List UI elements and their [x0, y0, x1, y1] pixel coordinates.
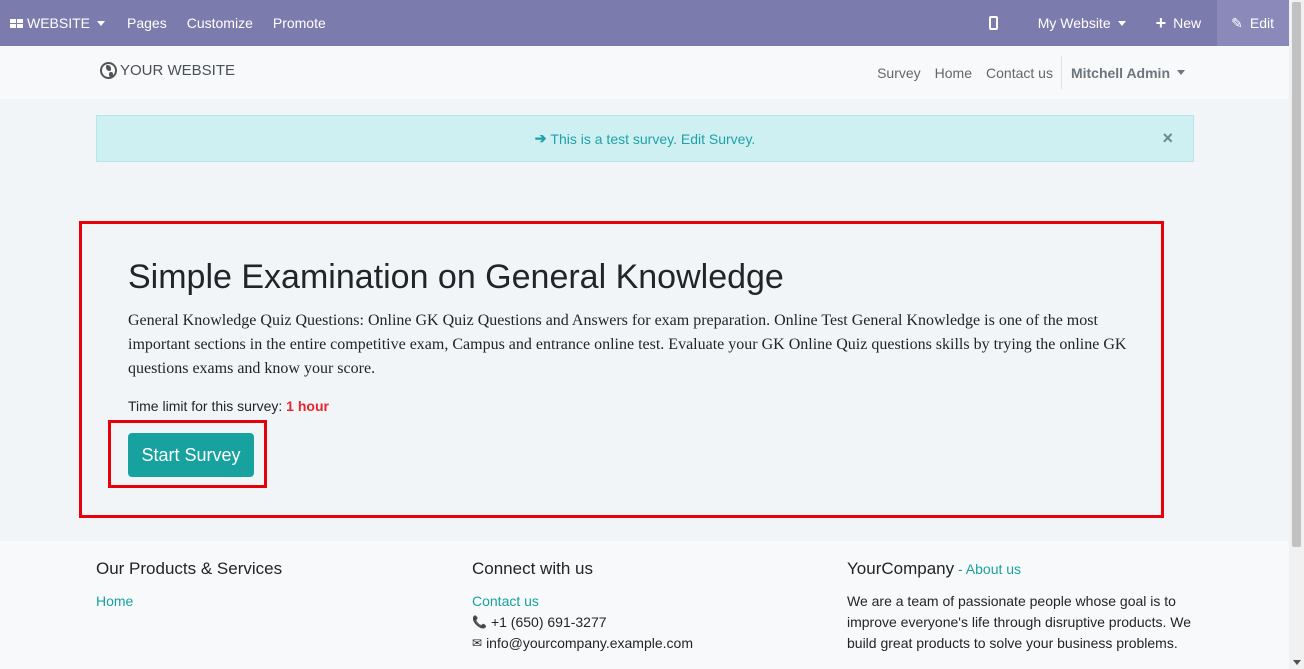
- user-name: Mitchell Admin: [1070, 64, 1170, 81]
- footer-products-column: Our Products & Services Home: [96, 559, 282, 612]
- nav-home[interactable]: Home: [928, 65, 979, 81]
- globe-icon: [100, 62, 117, 79]
- chevron-down-icon: [97, 20, 106, 26]
- company-sep: -: [954, 561, 966, 577]
- about-us-link[interactable]: About us: [966, 561, 1021, 577]
- admin-bar: WEBSITE Pages Customize Promote My Websi…: [0, 0, 1289, 46]
- time-limit-label: Time limit for this survey:: [128, 398, 283, 414]
- footer-phone-text: +1 (650) 691-3277: [490, 614, 607, 630]
- mobile-phone-icon: [988, 16, 998, 30]
- footer-contact-link[interactable]: Contact us: [472, 591, 693, 612]
- user-menu[interactable]: Mitchell Admin: [1060, 56, 1185, 89]
- site-logo[interactable]: YOUR WEBSITE: [100, 62, 235, 79]
- footer-phone: 📞 +1 (650) 691-3277: [472, 612, 693, 633]
- website-menu-button[interactable]: WEBSITE: [0, 0, 117, 46]
- website-switcher-label: My Website: [1037, 15, 1111, 31]
- survey-description: General Knowledge Quiz Questions: Online…: [128, 312, 1127, 377]
- edit-label: Edit: [1249, 15, 1274, 31]
- footer-company-column: YourCompany - About us We are a team of …: [847, 559, 1192, 654]
- promote-menu[interactable]: Promote: [263, 0, 336, 46]
- apps-grid-icon: [10, 18, 23, 28]
- time-limit: Time limit for this survey: 1 hour: [128, 398, 329, 414]
- mobile-preview-button[interactable]: [979, 0, 1028, 46]
- footer-company-title: YourCompany - About us: [847, 559, 1192, 579]
- footer-products-title: Our Products & Services: [96, 559, 283, 578]
- new-label: New: [1173, 15, 1202, 31]
- nav-survey[interactable]: Survey: [870, 65, 928, 81]
- footer-email-text[interactable]: info@yourcompany.example.com: [486, 633, 693, 654]
- survey-title: Simple Examination on General Knowledge: [128, 258, 784, 296]
- edit-survey-link[interactable]: This is a test survey. Edit Survey.: [550, 131, 755, 147]
- footer-home-link[interactable]: Home: [96, 591, 282, 612]
- nav-contact-us[interactable]: Contact us: [979, 65, 1060, 81]
- time-limit-value: 1 hour: [286, 398, 329, 414]
- logo-text: YOUR WEBSITE: [120, 62, 236, 79]
- plus-icon: +: [1155, 13, 1167, 33]
- envelope-icon: ✉: [472, 636, 483, 650]
- site-header: YOUR WEBSITE Survey Home Contact us Mitc…: [0, 46, 1289, 99]
- website-switcher[interactable]: My Website: [1028, 0, 1146, 46]
- page-scrollbar[interactable]: [1289, 0, 1304, 669]
- close-icon[interactable]: ×: [1162, 129, 1173, 147]
- company-name: YourCompany: [847, 559, 955, 578]
- footer: Our Products & Services Home Connect wit…: [0, 541, 1289, 669]
- scroll-down-arrow-icon[interactable]: [1293, 660, 1301, 665]
- chevron-down-icon: [1117, 20, 1126, 26]
- scrollbar-thumb[interactable]: [1292, 2, 1301, 547]
- test-survey-alert: ➔ This is a test survey. Edit Survey. ×: [96, 115, 1194, 162]
- website-menu-label: WEBSITE: [27, 15, 91, 31]
- customize-menu[interactable]: Customize: [177, 0, 263, 46]
- chevron-down-icon: [1177, 70, 1185, 75]
- footer-connect-title: Connect with us: [472, 559, 593, 578]
- new-button[interactable]: + New: [1146, 0, 1218, 46]
- phone-icon: 📞: [472, 615, 487, 629]
- footer-email: ✉ info@yourcompany.example.com: [472, 633, 693, 654]
- arrow-right-icon: ➔: [534, 130, 547, 146]
- footer-connect-column: Connect with us Contact us 📞 +1 (650) 69…: [472, 559, 693, 654]
- company-description: We are a team of passionate people whose…: [847, 593, 1192, 651]
- main-nav: Survey Home Contact us Mitchell Admin: [870, 46, 1185, 99]
- pages-menu[interactable]: Pages: [117, 0, 177, 46]
- pencil-icon: ✎: [1231, 14, 1243, 31]
- start-survey-button[interactable]: Start Survey: [128, 433, 254, 477]
- edit-button[interactable]: ✎ Edit: [1217, 0, 1289, 46]
